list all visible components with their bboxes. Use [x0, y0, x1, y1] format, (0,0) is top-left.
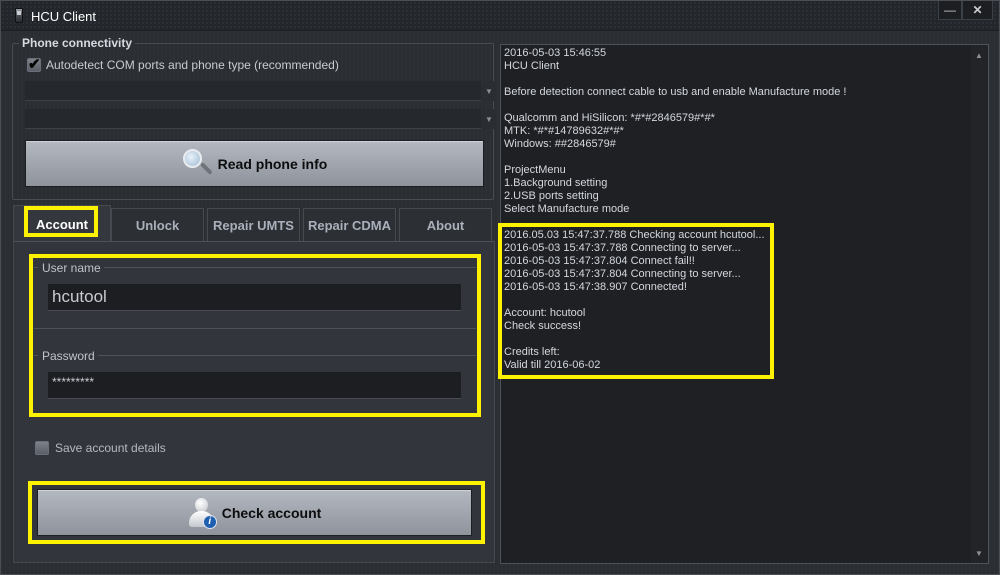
user-info-icon: i: [188, 497, 217, 529]
log-line: 2016-05-03 15:47:37.788 Connecting to se…: [504, 242, 741, 254]
save-account-row[interactable]: Save account details: [35, 441, 166, 455]
log-line: Credits left:: [504, 346, 560, 358]
magnifier-icon: [182, 148, 213, 180]
password-label: Password: [39, 349, 98, 363]
tab-repair-umts[interactable]: Repair UMTS: [207, 208, 300, 242]
read-phone-info-button[interactable]: Read phone info: [25, 140, 484, 187]
log-line: Before detection connect cable to usb an…: [504, 86, 847, 98]
read-phone-info-label: Read phone info: [217, 155, 328, 172]
username-input[interactable]: hcutool: [48, 284, 461, 311]
chevron-down-icon[interactable]: ▼: [481, 81, 497, 101]
log-line: 2016-05-03 15:47:37.804 Connect fail!!: [504, 255, 695, 267]
autodetect-row[interactable]: Autodetect COM ports and phone type (rec…: [27, 55, 339, 73]
log-line: Valid till 2016-06-02: [504, 359, 601, 371]
log-line: Qualcomm and HiSilicon: *#*#2846579#*#*: [504, 112, 715, 124]
tab-about[interactable]: About: [399, 208, 492, 242]
title-bar: HCU Client — ✕: [1, 1, 999, 31]
tab-unlock[interactable]: Unlock: [111, 208, 204, 242]
log-line: 1.Background setting: [504, 177, 608, 189]
log-line: HCU Client: [504, 60, 560, 72]
log-line: ProjectMenu: [504, 164, 566, 176]
scroll-down-icon[interactable]: ▼: [973, 548, 985, 558]
phone-type-select[interactable]: ▼: [25, 109, 497, 129]
app-window: HCU Client — ✕ Phone connectivity Autode…: [0, 0, 1000, 575]
scroll-up-icon[interactable]: ▲: [973, 50, 985, 60]
phone-connectivity-group: Phone connectivity Autodetect COM ports …: [12, 36, 497, 200]
log-output[interactable]: 2016-05-03 15:46:55 HCU Client Before det…: [500, 44, 989, 564]
username-fieldset-line: [34, 267, 38, 268]
username-label: User name: [39, 261, 104, 275]
save-account-label: Save account details: [55, 441, 166, 455]
chevron-down-icon[interactable]: ▼: [481, 109, 497, 129]
tab-account[interactable]: Account: [13, 205, 111, 242]
tab-repair-cdma[interactable]: Repair CDMA: [303, 208, 396, 242]
log-line: 2.USB ports setting: [504, 190, 599, 202]
autodetect-checkbox[interactable]: [27, 55, 41, 73]
log-line: 2016-05-03 15:47:38.907 Connected!: [504, 281, 687, 293]
save-account-checkbox[interactable]: [35, 441, 49, 455]
phone-app-icon: [15, 8, 23, 23]
autodetect-label: Autodetect COM ports and phone type (rec…: [46, 58, 339, 72]
username-fieldset-line: [97, 267, 476, 268]
password-fieldset-line: [34, 355, 38, 356]
log-text: 2016-05-03 15:46:55 HCU Client Before det…: [504, 47, 964, 372]
check-account-button[interactable]: i Check account: [37, 489, 472, 536]
check-account-label: Check account: [221, 504, 322, 521]
log-scrollbar[interactable]: ▲ ▼: [971, 45, 988, 563]
window-title: HCU Client: [31, 9, 97, 24]
phone-connectivity-title: Phone connectivity: [19, 36, 136, 50]
log-line: Account: hcutool: [504, 307, 586, 319]
password-input[interactable]: *********: [48, 372, 461, 399]
minimize-button[interactable]: —: [938, 1, 962, 20]
log-line: 2016-05-03 15:47:37.804 Connecting to se…: [504, 268, 741, 280]
log-line: MTK: *#*#14789632#*#*: [504, 125, 624, 137]
log-line: Select Manufacture mode: [504, 203, 630, 215]
log-line: Windows: ##2846579#: [504, 138, 616, 150]
com-port-select[interactable]: ▼: [25, 81, 497, 101]
fieldset-divider: [34, 328, 476, 329]
password-fieldset-line: [92, 355, 476, 356]
close-button[interactable]: ✕: [962, 1, 993, 20]
log-line: 2016-05-03 15:46:55: [504, 47, 607, 59]
log-line: 2016.05.03 15:47:37.788 Checking account…: [504, 229, 765, 241]
log-line: Check success!: [504, 320, 582, 332]
